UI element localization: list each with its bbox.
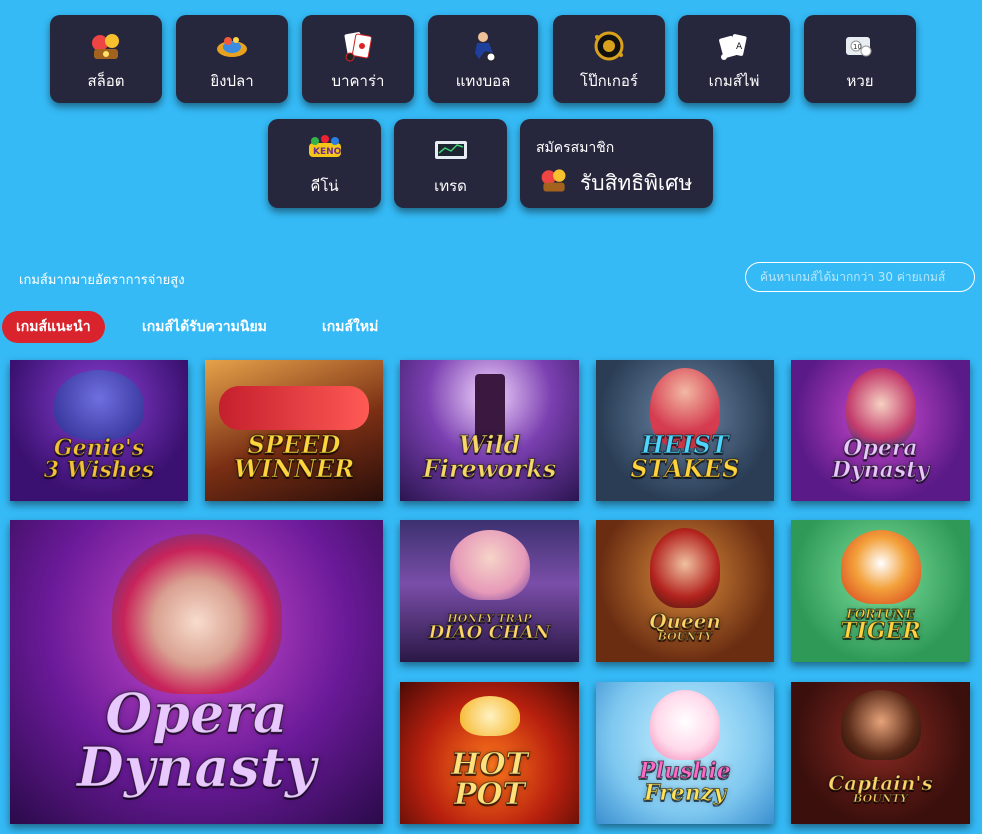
category-fishing[interactable]: ยิงปลา (176, 15, 288, 103)
category-poker[interactable]: โป๊กเกอร์ (553, 15, 665, 103)
promo-line1: สมัครสมาชิก (536, 140, 615, 156)
register-promo-button[interactable]: สมัครสมาชิก รับสิทธิพิเศษ (520, 119, 713, 208)
category-baccarat[interactable]: บาคาร่า (302, 15, 414, 103)
category-trade[interactable]: เทรด (394, 119, 507, 208)
tile-artwork (54, 370, 144, 440)
tile-logo: HEIST STAKES (630, 430, 740, 484)
lottery-icon: 10 (846, 37, 872, 57)
promo-line2: รับสิทธิพิเศษ (580, 171, 693, 195)
game-search-input[interactable] (745, 262, 975, 292)
keno-icon: KENO (308, 135, 342, 157)
tile-logo: Opera Dynasty (76, 680, 317, 799)
tile-logo: Genie's 3 Wishes (43, 435, 155, 484)
category-label: บาคาร่า (331, 72, 385, 90)
football-icon (475, 32, 496, 62)
tile-logo: FORTUNE TIGER (840, 607, 922, 645)
game-tile[interactable]: Wild Fireworks (400, 360, 579, 501)
game-tile[interactable]: Genie's 3 Wishes (10, 360, 188, 501)
tab-new[interactable]: เกมส์ใหม่ (322, 311, 378, 343)
svg-text:A: A (736, 42, 743, 52)
svg-text:KENO: KENO (313, 147, 342, 157)
tile-artwork (449, 530, 530, 600)
slot-icon (92, 34, 119, 59)
game-tile[interactable]: HEIST STAKES (596, 360, 774, 501)
category-card-games[interactable]: A เกมส์ไพ่ (678, 15, 790, 103)
svg-text:10: 10 (853, 43, 862, 51)
section-subtitle: เกมส์มากมายอัตราการจ่ายสูง (19, 273, 185, 288)
category-slot[interactable]: สล็อต (50, 15, 162, 103)
tile-artwork (111, 534, 282, 694)
tile-logo: Opera Dynasty (831, 435, 930, 484)
category-label: เทรด (434, 177, 467, 195)
game-tile[interactable]: Captain's BOUNTY (791, 682, 970, 824)
category-lottery[interactable]: 10 หวย (804, 15, 916, 103)
poker-icon (594, 31, 624, 61)
tile-logo: HOT POT (451, 746, 529, 812)
game-tile-featured[interactable]: Opera Dynasty (10, 520, 383, 824)
tile-logo: Captain's BOUNTY (828, 771, 934, 806)
game-tile[interactable]: Plushie Frenzy (596, 682, 774, 824)
tile-artwork (650, 528, 720, 608)
game-tile[interactable]: SPEED WINNER (205, 360, 383, 501)
tile-artwork (840, 690, 921, 760)
game-tile[interactable]: Queen BOUNTY (596, 520, 774, 662)
tile-logo: HONEY TRAP DIAO CHAN (428, 612, 551, 644)
tile-logo: Wild Fireworks (422, 430, 557, 484)
game-tile[interactable]: HONEY TRAP DIAO CHAN (400, 520, 579, 662)
tile-logo: Queen BOUNTY (649, 609, 722, 644)
game-tile[interactable]: Opera Dynasty (791, 360, 970, 501)
category-label: แทงบอล (455, 72, 511, 90)
category-label: เกมส์ไพ่ (708, 72, 760, 90)
tile-artwork (650, 690, 720, 760)
category-label: ยิงปลา (210, 72, 254, 90)
category-label: สล็อต (87, 72, 125, 90)
promo-icon (541, 169, 566, 192)
game-tile[interactable]: HOT POT (400, 682, 579, 824)
cards-icon: A (719, 34, 747, 60)
tile-logo: SPEED WINNER (233, 430, 355, 484)
category-label: หวย (846, 72, 874, 90)
tab-recommended[interactable]: เกมส์แนะนำ (2, 311, 105, 343)
category-label: โป๊กเกอร์ (580, 72, 638, 90)
category-label: คีโน่ (310, 177, 339, 195)
tile-artwork (219, 386, 369, 430)
category-keno[interactable]: KENO คีโน่ (268, 119, 381, 208)
tile-artwork (840, 530, 921, 604)
tile-artwork (459, 696, 520, 736)
category-football[interactable]: แทงบอล (428, 15, 538, 103)
game-tile[interactable]: FORTUNE TIGER (791, 520, 970, 662)
tab-popular[interactable]: เกมส์ได้รับความนิยม (142, 311, 267, 343)
trade-icon (434, 141, 467, 159)
baccarat-icon (344, 32, 372, 62)
fish-icon (217, 37, 247, 57)
tile-logo: Plushie Frenzy (639, 758, 732, 807)
